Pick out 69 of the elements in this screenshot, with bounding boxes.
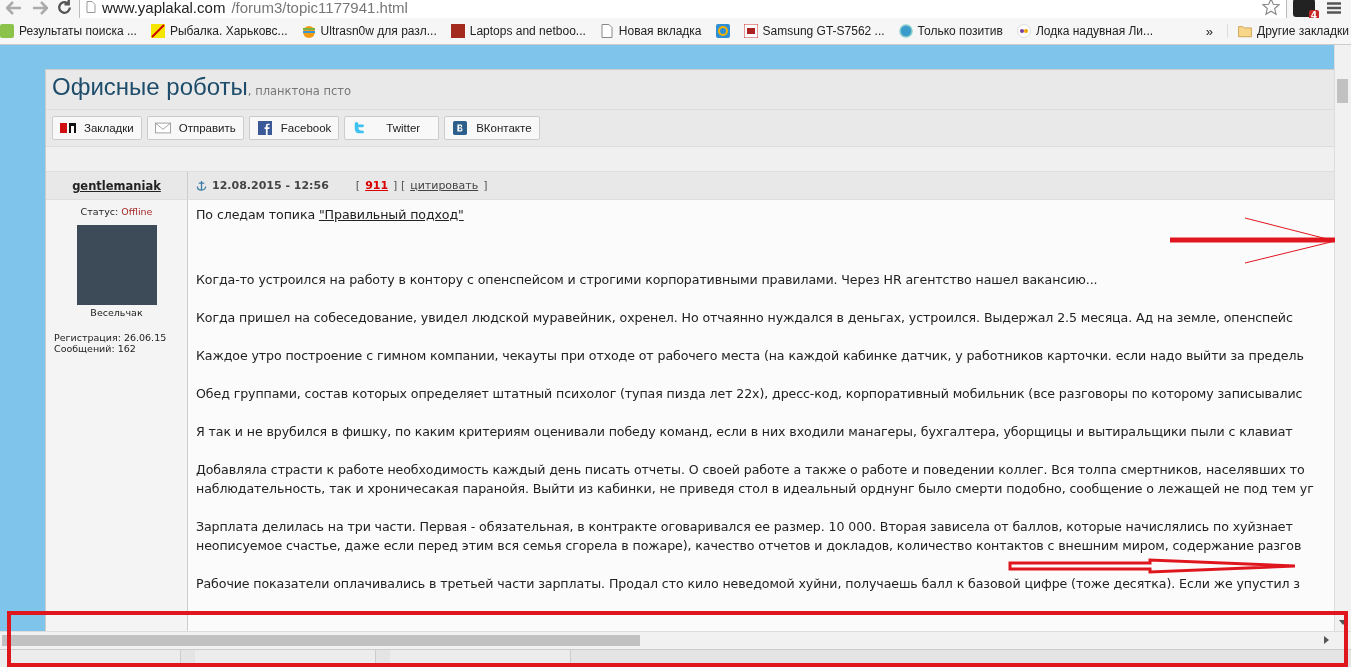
bracket-text: ] <box>483 179 488 192</box>
bookmark-icon <box>898 24 913 38</box>
share-button[interactable]: Facebook <box>248 116 340 140</box>
scroll-down-icon[interactable] <box>1339 620 1347 625</box>
notification-badge: 4 <box>1308 9 1319 18</box>
post-paragraph: Обед группами, состав которых определяет штатный психолог (тупая пизда лет 22х), дресс-код, корпоративный мобильник (все разговоры по которому записывалис <box>196 385 1303 403</box>
rating-link[interactable]: 911 <box>365 179 389 192</box>
post-paragraph: Каждое утро построение с гимном компании, чекауты при отходе от рабочего места (на каждой кабинке датчик, у работников карточки. если надо выйти за предель <box>196 347 1304 365</box>
forward-icon[interactable] <box>32 0 48 15</box>
message-count: Сообщений: 162 <box>53 343 136 354</box>
registration-date: Регистрация: 26.06.15 <box>53 332 167 343</box>
envelope-icon <box>154 121 171 135</box>
post-paragraph: Когда пришел на собеседование, увидел людской муравейник, охренел. Но отчаянно нуждался в деньгах, устроился. Выдержал 2.5 месяца. Ад на земле, опенспейс <box>196 309 1293 327</box>
horizontal-scrollbar[interactable] <box>0 631 1351 649</box>
bookmark[interactable] <box>715 24 730 38</box>
bookmark-icon <box>0 24 14 38</box>
topic-link[interactable]: "Правильный подход" <box>318 207 464 222</box>
user-rank: Весельчак <box>90 307 143 318</box>
bookmark[interactable]: Результаты поиска ... <box>19 24 137 38</box>
menu-icon[interactable] <box>1327 1 1341 14</box>
scroll-thumb[interactable] <box>2 635 640 646</box>
other-bookmarks-folder[interactable]: Другие закладки <box>1257 24 1349 38</box>
post-text: По следам топика <box>196 207 316 222</box>
share-button[interactable]: Отправить <box>146 116 244 140</box>
bookmark[interactable]: Новая вкладка <box>618 24 702 38</box>
share-button[interactable]: Закладки <box>52 116 142 140</box>
more-bookmarks-button[interactable]: » <box>1205 23 1214 39</box>
quote-link[interactable]: цитировать <box>410 179 479 192</box>
vk-icon <box>452 121 469 135</box>
bookmark-icon <box>599 24 614 38</box>
bookmark[interactable]: Samsung GT-S7562 ... <box>762 24 885 38</box>
bookmark[interactable]: Рыбалка. Харьковс... <box>169 24 288 38</box>
back-icon[interactable] <box>6 0 22 15</box>
bookmark-icon <box>1016 24 1031 38</box>
post-paragraph: Добавляла страсти к работе необходимость каждый день писать отчеты. О своей работе а также о работе и поведении коллег. Вся толпа смертников, населявших то наблюдательность, так и хроничесакая паранойя. Выйти из кабинки, не приведя стол в идеальный орднунг было смерти подобно, сообщение о лежащей не под тем уг <box>196 461 1314 498</box>
post-paragraph: Рабочие показатели оплачивались в третьей части зарплаты. Продал сто кило неведомой хуйни, получаешь балл к базовой цифре (тоже десятка). Если же упустил з <box>196 575 1300 593</box>
topic-title: Офисные роботы <box>52 73 248 101</box>
anchor-icon <box>196 180 207 191</box>
post-paragraph: Зарплата делилась на три части. Первая - обязательная, в контракте оговаривался ее размер. 10 000. Вторая зависела от баллов, которые начислялись по хуйзнает неописуемое счастье, даже если перед этим вся семья сгорела в пожаре), качество отчетов и докладов, количество контактов с внешним миром, содержание разгов <box>196 518 1302 555</box>
bookmark-icon <box>150 24 165 38</box>
bookmark-icon <box>715 24 730 38</box>
bookmark-icon <box>450 24 465 38</box>
bookmark[interactable]: Лодка надувная Ли... <box>1035 24 1154 38</box>
facebook-icon <box>256 121 273 135</box>
logo-icon <box>60 121 76 135</box>
bookmark[interactable]: Ultrasn0w для разл... <box>320 24 437 38</box>
bookmark[interactable]: Laptops and netboo... <box>469 24 586 38</box>
share-button[interactable]: Twitter <box>344 116 440 140</box>
bookmark-icon <box>301 24 316 38</box>
scroll-thumb[interactable] <box>1337 79 1348 103</box>
share-button[interactable]: ВКонтакте <box>444 116 540 140</box>
post-date: 12.08.2015 - 12:56 <box>212 179 329 192</box>
bookmark-icon <box>743 24 758 38</box>
bracket-text: ] [ <box>393 179 406 192</box>
page-icon <box>86 1 96 13</box>
author-link[interactable]: gentlemaniak <box>72 178 161 193</box>
post-paragraph: Когда-то устроился на работу в контору с опенспейсом и строгими корпоративными правилами. Через HR агентство нашел вакансию... <box>196 271 1098 289</box>
address-field[interactable]: www.yaplakal.com /forum3/topic1177941.html <box>79 0 1287 18</box>
bracket-text: [ <box>355 179 361 192</box>
topic-subtitle: , планктона псто <box>247 84 352 98</box>
bookmark[interactable]: Только позитив <box>917 24 1003 38</box>
reload-icon[interactable] <box>56 0 73 16</box>
post-paragraph: Я так и не врубился в фишку, по каким критериям оценивали победу команд, если в них входили манагеры, бухгалтера, уборщицы и вытиральщики пыли с клавиат <box>196 423 1293 441</box>
vertical-scrollbar[interactable] <box>1334 45 1351 631</box>
folder-icon <box>1238 24 1253 38</box>
scroll-right-icon[interactable] <box>1324 636 1329 644</box>
status-label: Статус: <box>80 206 119 217</box>
status-text: Offline <box>121 206 153 217</box>
star-icon[interactable] <box>1262 0 1280 16</box>
